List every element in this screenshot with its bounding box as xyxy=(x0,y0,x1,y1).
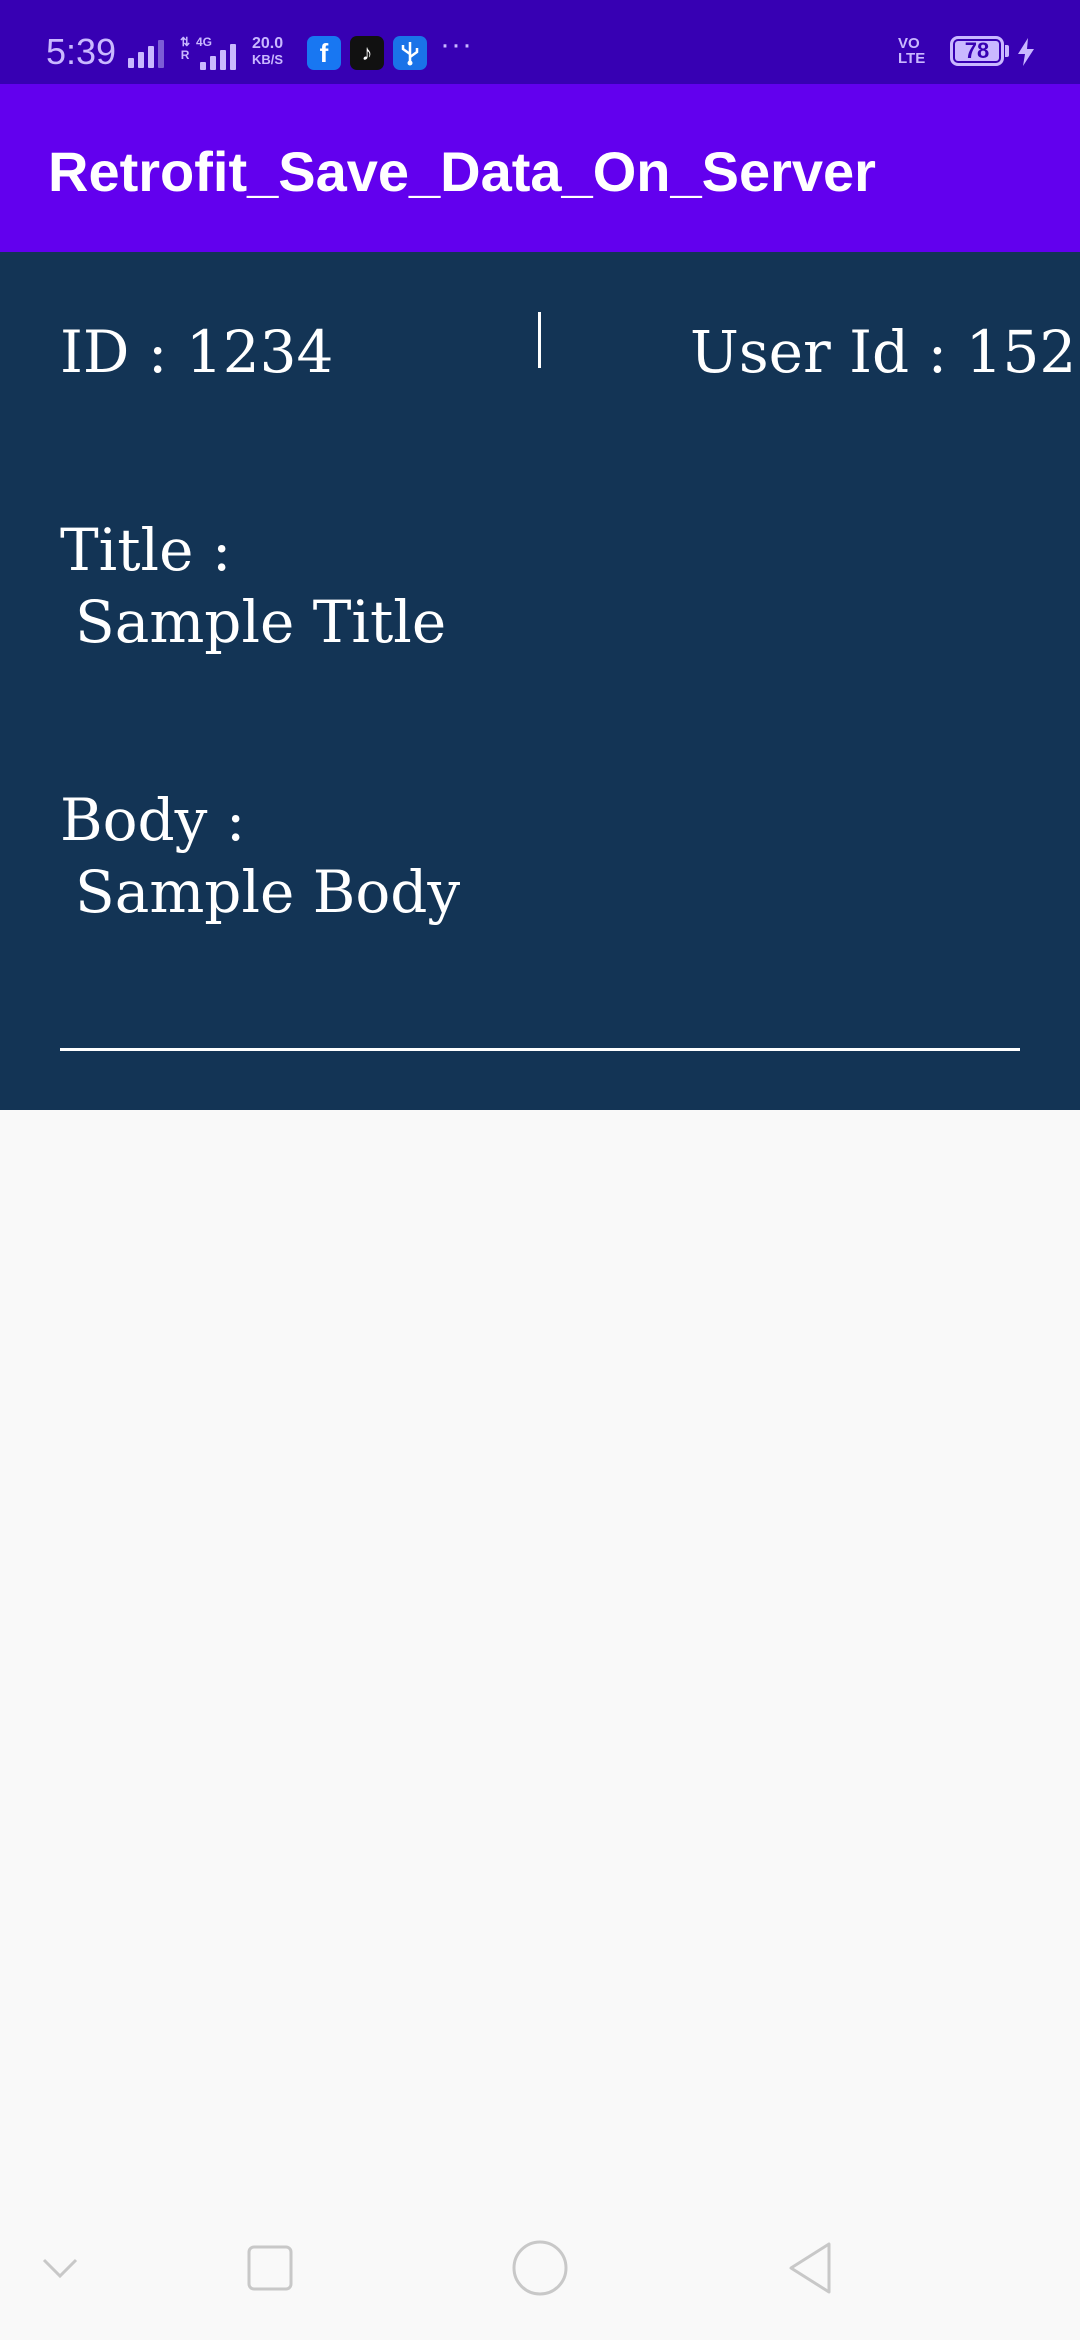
battery-level: 78 xyxy=(964,38,990,63)
chevron-down-icon[interactable] xyxy=(0,2196,120,2340)
usb-icon xyxy=(393,36,427,70)
home-icon[interactable] xyxy=(480,2196,600,2340)
network-speed-value: 20.0 xyxy=(252,35,284,52)
charging-icon xyxy=(1018,38,1034,66)
back-icon[interactable] xyxy=(750,2196,870,2340)
battery-tip xyxy=(1005,45,1009,57)
id-divider xyxy=(538,312,541,368)
signal-strength-2-icon xyxy=(200,44,236,70)
app-title: Retrofit_Save_Data_On_Server xyxy=(48,140,876,203)
more-notifications-icon: ··· xyxy=(440,28,473,61)
roaming-indicator: R xyxy=(180,48,190,62)
signal-strength-icon xyxy=(128,38,164,68)
tiktok-icon: ♪ xyxy=(350,36,384,70)
navigation-bar xyxy=(0,2196,1080,2340)
post-title-value: Sample Title xyxy=(75,588,447,656)
post-body-value: Sample Body xyxy=(75,858,461,926)
post-user-id: User Id : 1526 xyxy=(690,318,1080,386)
volte-label-bottom: LTE xyxy=(898,50,926,67)
network-type-label: ⇅ R xyxy=(180,36,190,62)
volte-label-top: VO xyxy=(898,35,920,52)
status-time: 5:39 xyxy=(46,31,117,72)
post-body-label: Body : xyxy=(60,786,246,854)
network-speed: 20.0 KB/S xyxy=(252,35,284,68)
post-card: ID : 1234 User Id : 1526 Title : Sample … xyxy=(0,252,1080,1110)
post-id: ID : 1234 xyxy=(60,318,334,386)
status-bar: 5:39 ⇅ R 4G 20.0 KB/S f ♪ ··· VO LTE 78 xyxy=(0,0,1080,84)
app-bar: Retrofit_Save_Data_On_Server xyxy=(0,84,1080,252)
network-speed-unit: KB/S xyxy=(252,52,284,67)
recent-apps-icon[interactable] xyxy=(210,2196,330,2340)
post-bottom-divider xyxy=(60,1048,1020,1051)
battery-icon: 78 xyxy=(950,36,1004,66)
post-title-label: Title : xyxy=(60,516,232,584)
facebook-icon: f xyxy=(307,36,341,70)
volte-indicator: VO LTE xyxy=(898,36,925,66)
